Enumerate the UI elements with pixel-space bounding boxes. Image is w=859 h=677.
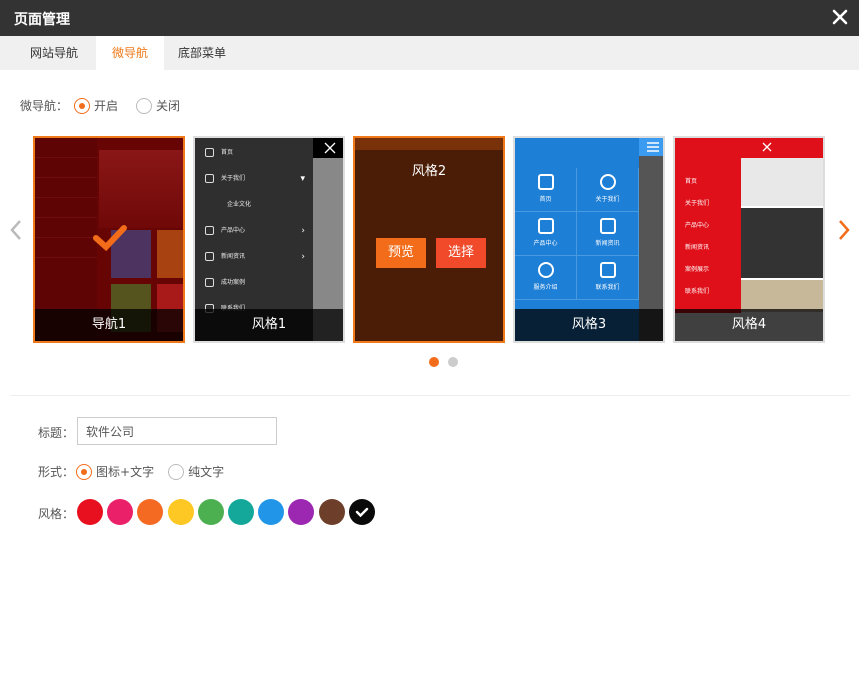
divider xyxy=(10,395,850,396)
tab-micro-nav[interactable]: 微导航 xyxy=(96,36,164,70)
color-swatch[interactable] xyxy=(77,499,103,525)
select-button[interactable]: 选择 xyxy=(436,238,486,268)
template-caption: 风格4 xyxy=(675,309,823,341)
color-swatch[interactable] xyxy=(288,499,315,525)
color-swatch[interactable] xyxy=(107,499,134,525)
color-label: 风格： xyxy=(38,507,75,521)
color-swatch[interactable] xyxy=(167,499,194,525)
tab-site-nav[interactable]: 网站导航 xyxy=(14,36,94,70)
preview-button[interactable]: 预览 xyxy=(376,238,426,268)
color-swatch[interactable] xyxy=(348,499,375,525)
form-style-row: 形式： 图标+文字 纯文字 xyxy=(38,463,224,480)
dialog-titlebar: 页面管理 xyxy=(0,0,859,36)
thumb-close-icon xyxy=(313,138,343,158)
thumb-icon-grid: 首页 关于我们 产品中心 新闻资讯 服务介绍 联系我们 xyxy=(515,138,639,313)
color-swatch[interactable] xyxy=(228,499,254,525)
title-label: 标题： xyxy=(38,426,75,440)
form-style-label: 形式： xyxy=(38,465,75,479)
title-input[interactable] xyxy=(77,417,277,445)
text-only-radio[interactable] xyxy=(168,463,185,480)
thumb-photo xyxy=(741,280,823,312)
micro-nav-on-label[interactable]: 开启 xyxy=(94,97,118,114)
tab-footer-menu[interactable]: 底部菜单 xyxy=(166,36,238,70)
thumb-menu-icon xyxy=(639,138,663,156)
micro-nav-on-radio[interactable] xyxy=(74,97,91,114)
check-icon xyxy=(355,507,368,518)
icon-text-label[interactable]: 图标+文字 xyxy=(96,463,154,480)
thumb-menu-item: 成功案例 xyxy=(195,270,313,296)
micro-nav-label: 微导航： xyxy=(20,99,69,113)
page-dot-1[interactable] xyxy=(429,357,439,367)
icon-text-radio[interactable] xyxy=(76,463,93,480)
template-card-style3[interactable]: 首页 关于我们 产品中心 新闻资讯 服务介绍 联系我们 风格3 xyxy=(513,136,665,343)
micro-nav-off-radio[interactable] xyxy=(136,97,153,114)
template-caption: 风格1 xyxy=(195,309,343,341)
dialog-title: 页面管理 xyxy=(14,12,70,28)
hover-title: 风格2 xyxy=(411,164,447,179)
micro-nav-off-label[interactable]: 关闭 xyxy=(156,97,180,114)
carousel-prev-icon[interactable] xyxy=(8,218,24,242)
tab-bar: 网站导航 微导航 底部菜单 xyxy=(0,36,859,70)
template-caption: 风格3 xyxy=(515,309,663,341)
thumb-menu-item: 首页 xyxy=(195,140,313,166)
micro-nav-row: 微导航： 开启 关闭 xyxy=(20,97,180,114)
thumb-menu-item: 新闻资讯 › xyxy=(195,244,313,270)
carousel-next-icon[interactable] xyxy=(836,218,852,242)
color-swatch[interactable] xyxy=(197,499,224,525)
color-swatch[interactable] xyxy=(318,499,345,525)
thumb-topbar xyxy=(675,138,823,158)
page-dot-2[interactable] xyxy=(448,357,458,367)
thumb-photo xyxy=(741,158,823,206)
check-icon xyxy=(93,225,127,252)
close-icon[interactable] xyxy=(831,8,849,26)
template-card-nav1[interactable]: 导航1 xyxy=(33,136,185,343)
thumb-photo xyxy=(741,208,823,278)
color-swatch[interactable] xyxy=(258,499,285,525)
template-card-style1[interactable]: 首页 关于我们▾ 企业文化 产品中心› 新闻资讯› 成功案例 联系我们 风格1 xyxy=(193,136,345,343)
thumb-menu-item: 产品中心 › xyxy=(195,218,313,244)
text-only-label[interactable]: 纯文字 xyxy=(188,463,224,480)
template-card-style2[interactable]: 风格2 预览 选择 xyxy=(353,136,505,343)
thumb-sidebar: 首页 关于我们 产品中心 新闻资讯 案例展示 联系我们 xyxy=(675,158,741,313)
template-card-style4[interactable]: 首页 关于我们 产品中心 新闻资讯 案例展示 联系我们 风格4 xyxy=(673,136,825,343)
thumb-menu-item: 企业文化 xyxy=(227,201,252,208)
template-caption: 导航1 xyxy=(35,309,183,341)
thumb-menu-item: 关于我们 ▾ xyxy=(195,166,313,192)
color-swatch[interactable] xyxy=(137,499,164,525)
